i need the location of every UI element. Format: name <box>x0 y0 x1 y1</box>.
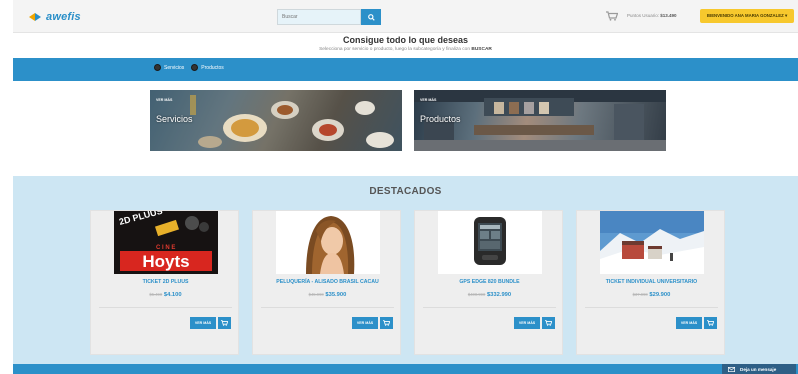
product-card[interactable]: 2D PLUUS C I N E Hoyts TICKET 2D PLUUS $… <box>90 210 239 355</box>
logo-mark-icon <box>29 12 43 22</box>
radio-productos[interactable]: Productos <box>191 64 224 71</box>
points-label: Puntos Usuario: <box>627 13 660 18</box>
product-card[interactable]: PELUQUERÍA - ALISADO BRASIL CACAU $45.99… <box>252 210 401 355</box>
add-to-cart-button[interactable] <box>704 317 717 329</box>
cart-icon[interactable] <box>606 11 618 21</box>
search-icon <box>367 13 375 21</box>
radio-label-productos: Productos <box>201 64 224 71</box>
top-bar: awefis <box>13 0 798 33</box>
product-name[interactable]: TICKET 2D PLUUS <box>91 279 240 285</box>
hero: Consigue todo lo que deseas Selecciona p… <box>13 33 798 52</box>
cart-icon <box>707 320 714 326</box>
current-price: $332.990 <box>486 292 512 298</box>
old-price: $400.990 <box>467 292 486 297</box>
footer-band <box>13 364 798 374</box>
add-to-cart-button[interactable] <box>380 317 393 329</box>
radio-servicios[interactable]: Servicios <box>154 64 184 71</box>
tile-title: Servicios <box>156 114 193 124</box>
current-price: $35.900 <box>325 292 347 298</box>
add-to-cart-button[interactable] <box>218 317 231 329</box>
leave-message-label: Deja un mensaje <box>740 366 777 372</box>
category-tile-servicios[interactable]: VER MÁS Servicios <box>150 90 402 151</box>
product-image[interactable] <box>438 211 542 274</box>
product-name[interactable]: PELUQUERÍA - ALISADO BRASIL CACAU <box>253 279 402 285</box>
search-input[interactable] <box>277 9 361 25</box>
current-price: $4.100 <box>163 292 182 298</box>
old-price: $5.490 <box>149 292 163 297</box>
old-price: $37.990 <box>632 292 648 297</box>
product-name[interactable]: TICKET INDIVIDUAL UNIVERSITARIO <box>577 279 726 285</box>
tile-title: Productos <box>420 114 461 124</box>
subtitle-text: Selecciona por servicio o producto, lueg… <box>319 47 472 52</box>
cart-icon <box>545 320 552 326</box>
divider <box>99 307 232 308</box>
page-title: Consigue todo lo que deseas <box>342 35 468 45</box>
type-filter: Servicios Productos <box>154 64 228 71</box>
product-image[interactable] <box>276 211 380 274</box>
leave-message-button[interactable]: Deja un mensaje <box>722 364 796 374</box>
page: awefis Puntos Usuario: $13.490 BIENVENID… <box>0 0 798 374</box>
envelope-icon <box>728 366 735 372</box>
see-more-button[interactable]: VER MÁS <box>676 317 702 329</box>
tile-kicker: VER MÁS <box>156 98 173 102</box>
points-value: $13.490 <box>660 13 677 18</box>
add-to-cart-button[interactable] <box>542 317 555 329</box>
hair-model-image <box>276 211 380 274</box>
see-more-button[interactable]: VER MÁS <box>190 317 216 329</box>
ski-resort-image <box>600 211 704 274</box>
tile-kicker: VER MÁS <box>420 98 437 102</box>
filter-band: Servicios Productos <box>13 58 798 81</box>
svg-text:Hoyts: Hoyts <box>142 252 189 271</box>
featured-heading: DESTACADOS <box>369 186 442 197</box>
see-more-button[interactable]: VER MÁS <box>352 317 378 329</box>
user-menu-button[interactable]: BIENVENIDO ANA MARIA GONZALEZ ▾ <box>700 9 794 23</box>
cart-icon <box>383 320 390 326</box>
current-price: $29.900 <box>649 292 671 298</box>
svg-text:C I N E: C I N E <box>156 245 175 251</box>
product-prices: $45.990 $35.900 <box>253 292 402 298</box>
subtitle-bold: BUSCAR <box>471 47 492 52</box>
search-button[interactable] <box>361 9 381 25</box>
divider <box>423 307 556 308</box>
product-image[interactable]: 2D PLUUS C I N E Hoyts <box>114 211 218 274</box>
page-subtitle: Selecciona por servicio o producto, lueg… <box>13 47 798 52</box>
radio-button-icon <box>191 64 199 71</box>
logo-text: awefis <box>46 11 81 23</box>
product-prices: $400.990 $332.990 <box>415 292 564 298</box>
radio-label-servicios: Servicios <box>164 64 185 71</box>
see-more-button[interactable]: VER MÁS <box>514 317 540 329</box>
old-price: $45.990 <box>308 292 324 297</box>
hoyts-ticket-image: 2D PLUUS C I N E Hoyts <box>114 211 218 274</box>
category-tile-productos[interactable]: VER MÁS Productos <box>414 90 666 151</box>
product-name[interactable]: GPS EDGE 820 BUNDLE <box>415 279 564 285</box>
user-points: Puntos Usuario: $13.490 <box>627 13 677 18</box>
radio-button-icon <box>154 64 161 71</box>
cart-icon <box>221 320 228 326</box>
gps-device-image <box>438 211 542 274</box>
divider <box>585 307 718 308</box>
product-prices: $37.990 $29.900 <box>577 292 726 298</box>
product-image[interactable] <box>600 211 704 274</box>
logo[interactable]: awefis <box>29 10 81 24</box>
product-card[interactable]: GPS EDGE 820 BUNDLE $400.990 $332.990 VE… <box>414 210 563 355</box>
search-bar <box>277 9 381 25</box>
divider <box>261 307 394 308</box>
product-card[interactable]: TICKET INDIVIDUAL UNIVERSITARIO $37.990 … <box>576 210 725 355</box>
product-prices: $5.490 $4.100 <box>91 292 240 298</box>
